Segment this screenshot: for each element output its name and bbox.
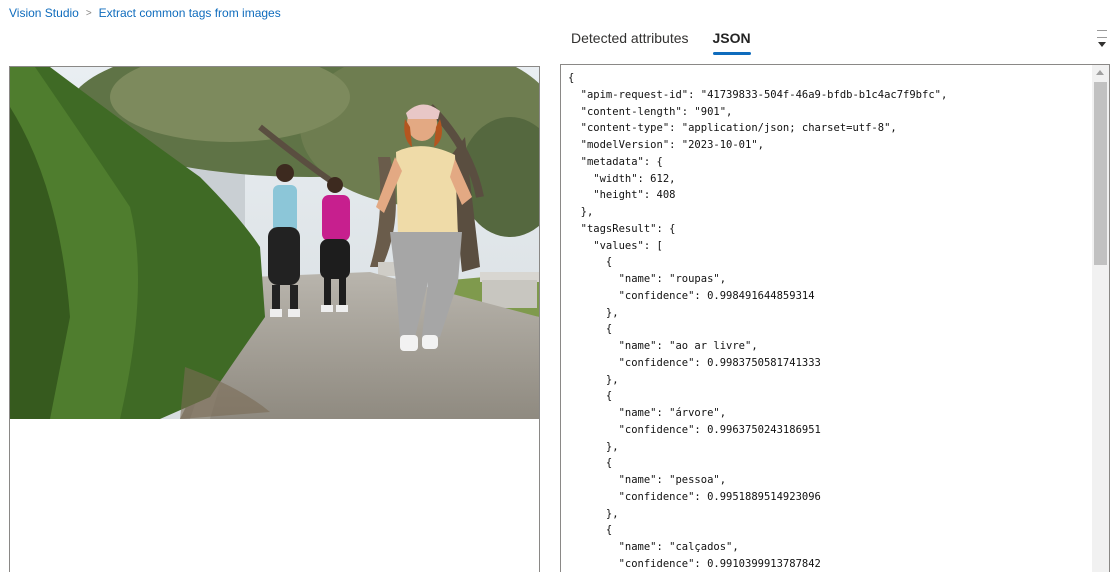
json-scrollbar[interactable] <box>1092 65 1109 572</box>
tab-json[interactable]: JSON <box>712 28 751 56</box>
json-line: "name": "calçados", <box>568 541 739 553</box>
json-line: "confidence": 0.9910399913787842 <box>568 557 821 570</box>
scroll-line-icon <box>1097 30 1107 31</box>
json-line: { <box>568 524 613 537</box>
json-line: "values": [ <box>568 239 663 252</box>
json-line: "width": 612, <box>568 172 676 185</box>
json-line: }, <box>568 373 619 386</box>
json-line: "metadata": { <box>568 155 663 168</box>
json-line: "tagsResult": { <box>568 222 676 235</box>
tab-detected-attributes[interactable]: Detected attributes <box>571 28 689 56</box>
json-line: { <box>568 256 613 269</box>
json-line: }, <box>568 206 594 218</box>
json-line: "content-type": "application/json; chars… <box>568 122 897 135</box>
json-line: "modelVersion": "2023-10-01", <box>568 139 764 151</box>
json-line: "content-length": "901", <box>568 105 733 118</box>
breadcrumb: Vision Studio > Extract common tags from… <box>9 6 281 20</box>
json-line: "name": "árvore", <box>568 407 727 419</box>
json-line: }, <box>568 440 619 453</box>
scrollbar-thumb[interactable] <box>1094 82 1107 265</box>
result-tabs: Detected attributes JSON <box>571 28 751 56</box>
json-line: { <box>568 323 613 336</box>
json-line: }, <box>568 306 619 319</box>
json-code-view: { "apim-request-id": "41739833-504f-46a9… <box>568 70 947 572</box>
json-line: "confidence": 0.9951889514923096 <box>568 490 821 503</box>
scroll-down-arrow-icon[interactable] <box>1098 42 1106 47</box>
json-line: "name": "roupas", <box>568 273 727 285</box>
json-line: "name": "pessoa", <box>568 474 727 486</box>
page-scroll-control[interactable] <box>1094 28 1110 52</box>
json-line: "apim-request-id": "41739833-504f-46a9-b… <box>568 88 948 101</box>
json-line: "confidence": 0.9983750581741333 <box>568 356 821 369</box>
json-line: { <box>568 72 575 84</box>
breadcrumb-link-vision-studio[interactable]: Vision Studio <box>9 6 79 20</box>
json-line: "confidence": 0.998491644859314 <box>568 289 815 302</box>
breadcrumb-separator-icon: > <box>85 7 92 19</box>
analyzed-photo <box>10 67 539 419</box>
json-line: { <box>568 390 613 403</box>
json-output-panel[interactable]: { "apim-request-id": "41739833-504f-46a9… <box>560 64 1110 572</box>
json-line: { <box>568 457 613 470</box>
image-preview-panel <box>9 66 540 572</box>
scroll-line-icon <box>1097 37 1107 38</box>
scroll-up-arrow-icon[interactable] <box>1096 70 1104 75</box>
breadcrumb-link-extract-tags[interactable]: Extract common tags from images <box>99 6 281 20</box>
json-line: "name": "ao ar livre", <box>568 340 758 352</box>
json-line: "height": 408 <box>568 189 676 202</box>
json-line: "confidence": 0.9963750243186951 <box>568 423 821 436</box>
json-line: }, <box>568 507 619 520</box>
